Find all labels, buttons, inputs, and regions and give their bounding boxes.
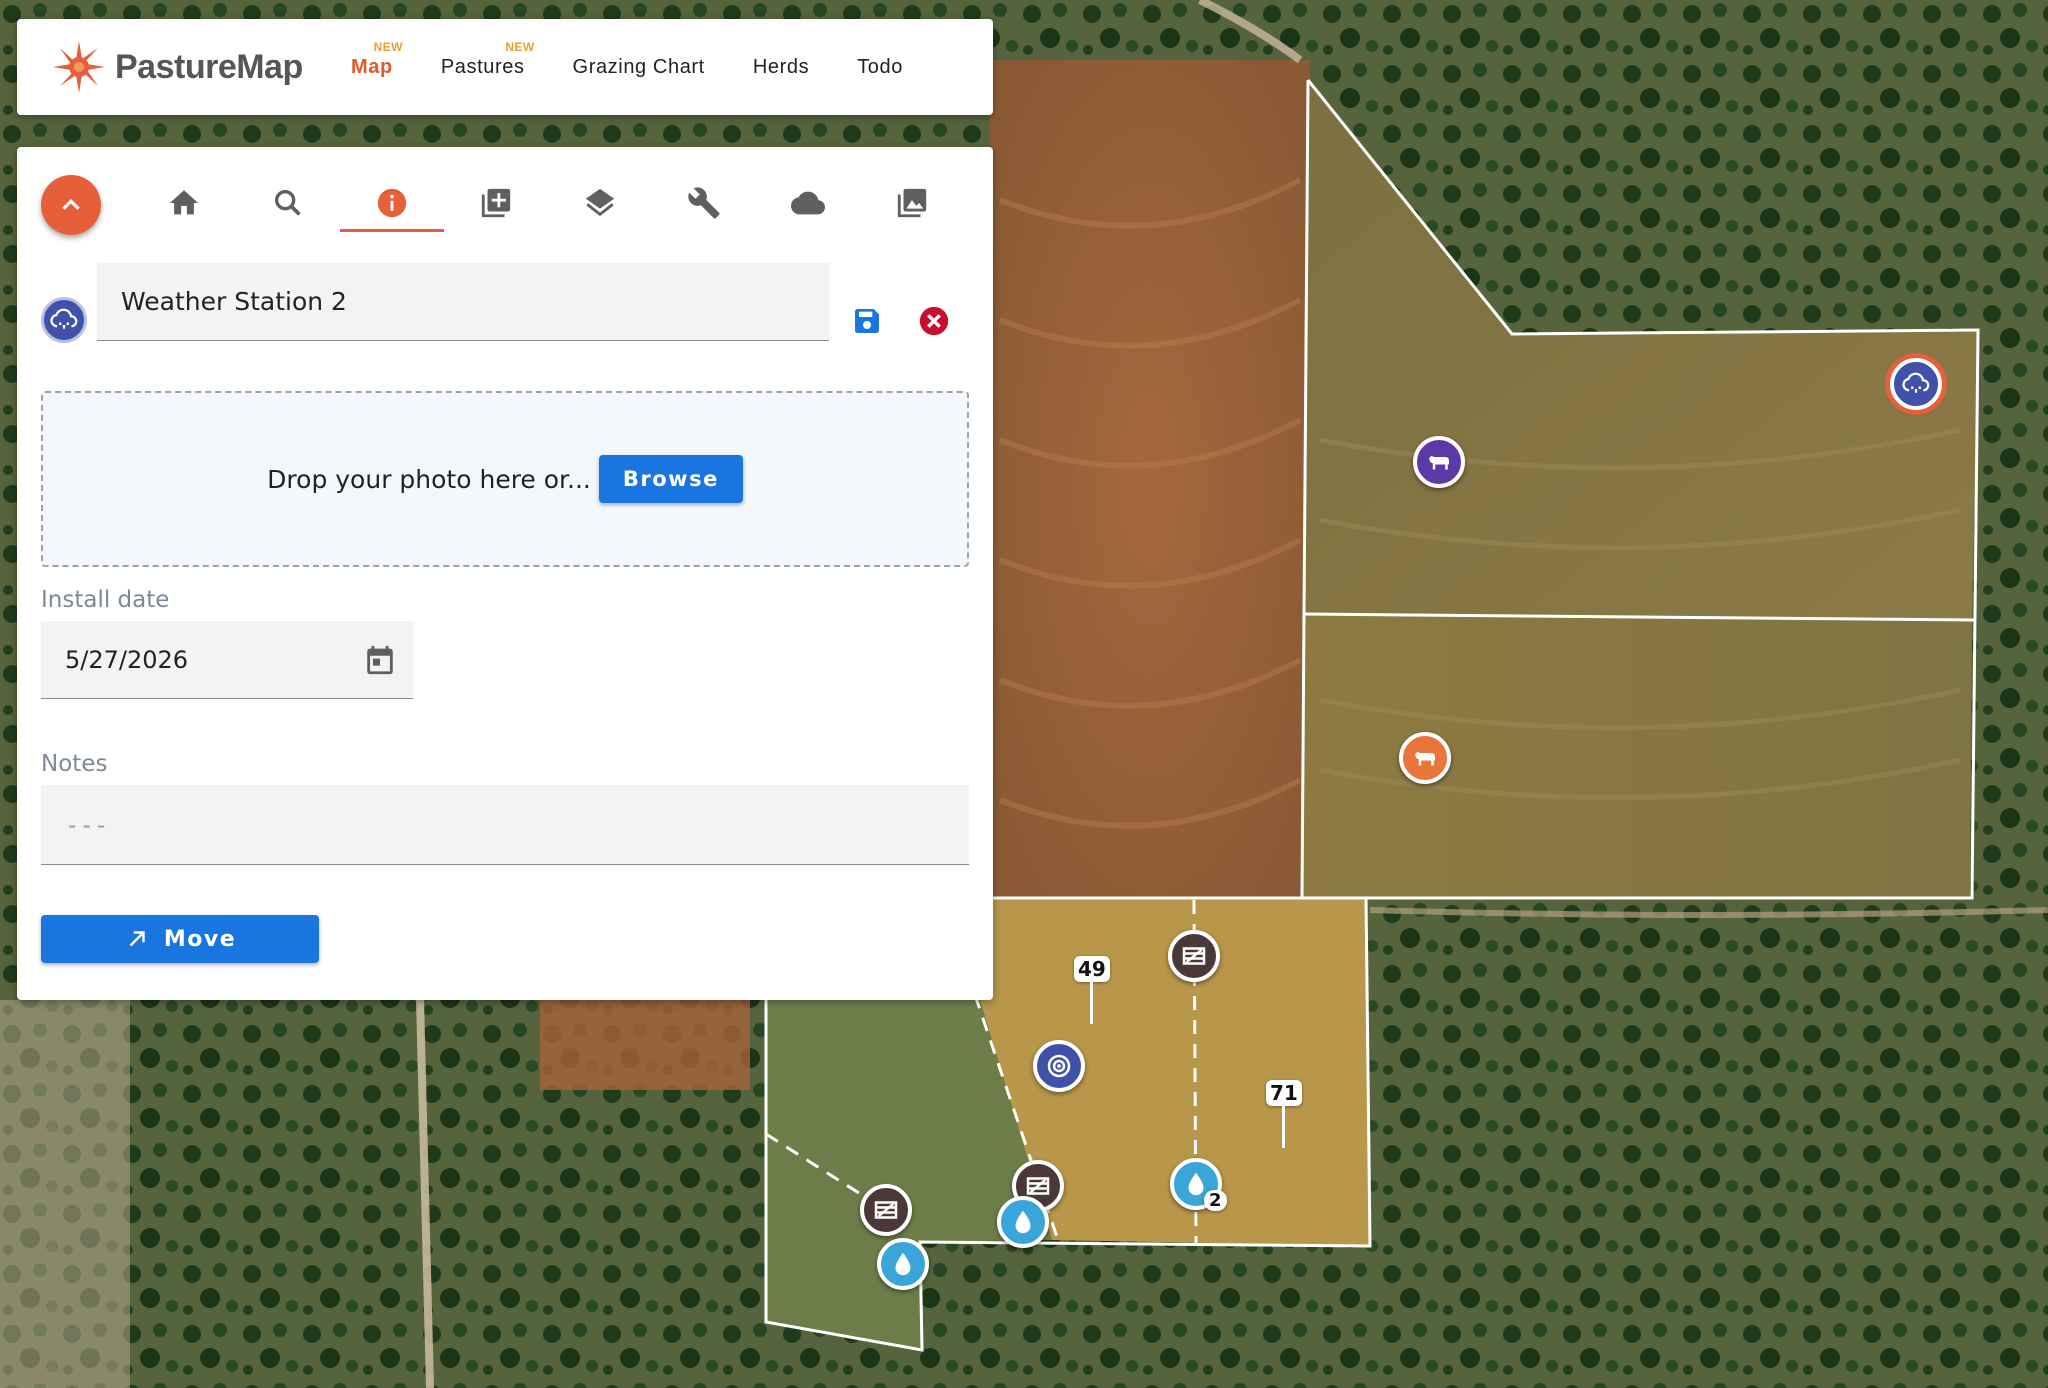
nav-item-pastures[interactable]: Pastures NEW xyxy=(440,40,534,79)
nav-item-herds[interactable]: Herds xyxy=(753,56,809,79)
photo-library-icon xyxy=(897,188,927,218)
save-button[interactable] xyxy=(849,303,885,339)
add-feature-icon xyxy=(481,188,511,218)
collapse-panel-button[interactable] xyxy=(41,175,101,235)
map-label-pin[interactable]: 49 xyxy=(1074,956,1110,1024)
home-icon xyxy=(169,190,199,215)
tab-home[interactable] xyxy=(132,177,236,229)
new-badge: NEW xyxy=(505,39,535,54)
search-icon xyxy=(274,189,301,216)
install-date-field xyxy=(41,621,413,699)
feature-detail-panel: Drop your photo here or... Browse Instal… xyxy=(17,147,993,1000)
cow-icon xyxy=(1429,455,1449,470)
nav-item-todo[interactable]: Todo xyxy=(857,56,903,79)
gate-icon xyxy=(1182,947,1206,965)
cloud-icon xyxy=(791,191,825,215)
delete-button[interactable] xyxy=(916,303,952,339)
app-logo[interactable]: PastureMap xyxy=(51,39,351,95)
map-label-stem xyxy=(1090,982,1094,1024)
water-drop-icon xyxy=(1015,1210,1031,1234)
move-button-label: Move xyxy=(163,926,237,952)
map-label-stem xyxy=(1282,1106,1286,1148)
calendar-icon[interactable] xyxy=(363,643,397,677)
herd-marker-purple[interactable] xyxy=(1413,436,1465,488)
cow-icon xyxy=(1415,751,1435,766)
close-circle-icon xyxy=(919,306,949,336)
arrow-up-right-icon xyxy=(129,931,145,947)
main-nav: Map NEW Pastures NEW Grazing Chart Herds… xyxy=(351,19,951,115)
herd-marker-orange[interactable] xyxy=(1399,732,1451,784)
sun-logo-icon xyxy=(53,41,105,93)
tab-search[interactable] xyxy=(236,177,340,229)
water-count-badge: 2 xyxy=(1204,1190,1227,1211)
move-button[interactable]: Move xyxy=(41,915,319,963)
notes-label: Notes xyxy=(41,751,108,777)
water-drop-icon xyxy=(895,1252,911,1276)
gate-icon xyxy=(874,1201,898,1219)
install-date-label: Install date xyxy=(41,587,170,613)
tab-layers[interactable] xyxy=(548,177,652,229)
new-badge: NEW xyxy=(373,39,403,54)
browse-button[interactable]: Browse xyxy=(598,455,743,503)
nav-item-grazing-chart[interactable]: Grazing Chart xyxy=(573,56,705,79)
water-marker[interactable] xyxy=(997,1196,1049,1248)
nav-item-label: Herds xyxy=(752,55,810,78)
chevron-up-icon xyxy=(62,199,80,210)
weather-station-marker[interactable] xyxy=(1890,358,1942,410)
gate-marker[interactable] xyxy=(1168,930,1220,982)
tab-weather[interactable] xyxy=(756,177,860,229)
nav-item-label: Grazing Chart xyxy=(572,55,705,78)
install-date-input[interactable] xyxy=(41,621,367,699)
gate-marker[interactable] xyxy=(860,1184,912,1236)
nav-item-label: Pastures xyxy=(440,55,525,78)
layers-icon xyxy=(585,188,615,217)
nav-item-label: Map xyxy=(351,55,393,78)
nav-item-map[interactable]: Map NEW xyxy=(351,40,402,79)
tab-tools[interactable] xyxy=(652,177,756,229)
dropzone-text: Drop your photo here or... xyxy=(267,464,591,494)
logo-text: PastureMap xyxy=(115,47,303,86)
weather-station-icon xyxy=(1902,372,1930,393)
tab-photos[interactable] xyxy=(860,177,964,229)
tab-info[interactable] xyxy=(340,177,444,232)
info-icon xyxy=(377,188,407,218)
feature-name-input[interactable] xyxy=(97,263,829,341)
target-marker[interactable] xyxy=(1033,1040,1085,1092)
map-label-pin[interactable]: 71 xyxy=(1266,1080,1302,1148)
top-navigation-bar: PastureMap Map NEW Pastures NEW Grazing … xyxy=(17,19,993,115)
photo-dropzone[interactable]: Drop your photo here or... Browse xyxy=(41,391,969,567)
weather-station-icon xyxy=(41,297,87,343)
map-label-text: 49 xyxy=(1074,956,1110,982)
tab-add-feature[interactable] xyxy=(444,177,548,229)
wrench-icon xyxy=(688,187,720,219)
nav-item-label: Todo xyxy=(857,55,903,78)
target-icon xyxy=(1047,1054,1071,1078)
save-icon xyxy=(855,309,879,333)
notes-input[interactable] xyxy=(41,785,969,865)
map-label-text: 71 xyxy=(1266,1080,1302,1106)
water-marker[interactable] xyxy=(877,1238,929,1290)
